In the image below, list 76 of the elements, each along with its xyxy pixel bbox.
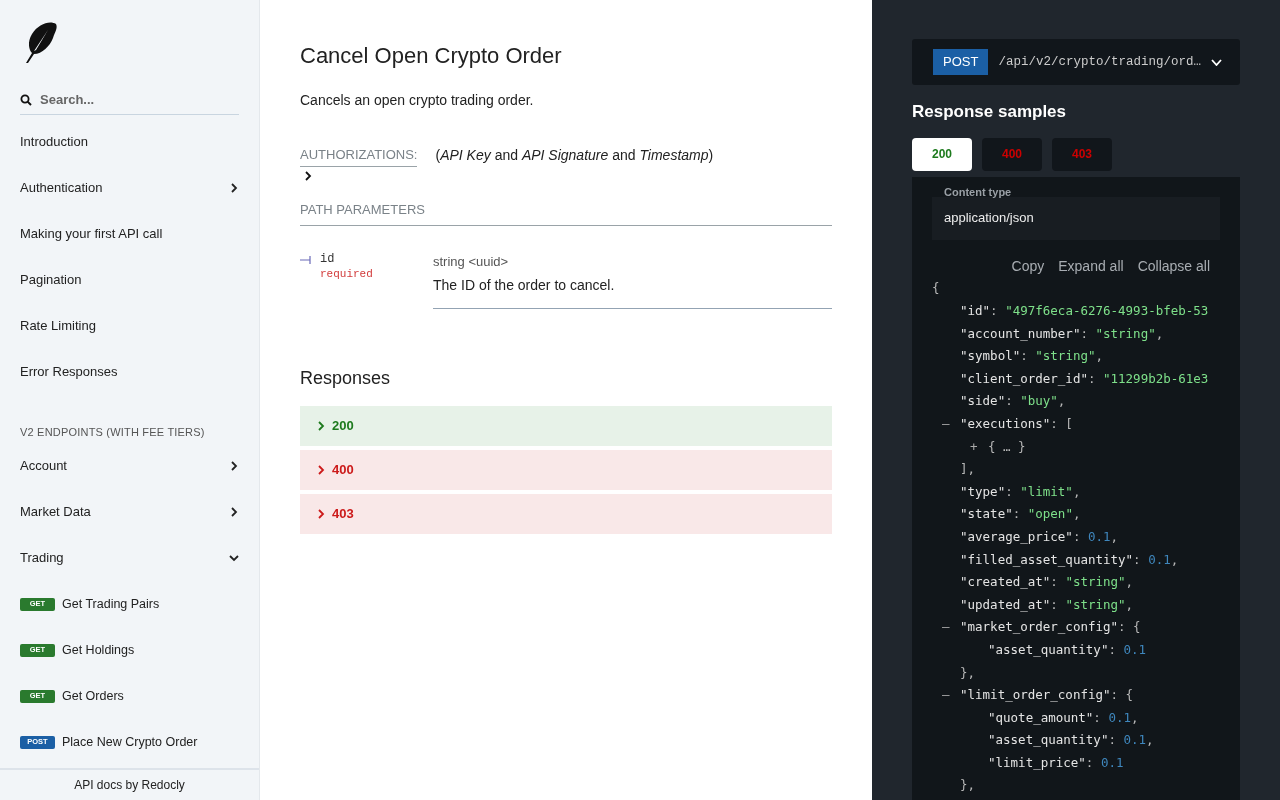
sidebar-item[interactable]: Rate Limiting [0,303,259,349]
endpoint-bar[interactable]: POST /api/v2/crypto/trading/ord… [912,39,1240,85]
method-badge: POST [933,49,989,75]
code-line: "market_order_config": { [960,618,1141,637]
param-type: string <uuid> [433,252,510,271]
content-type-label: Content type [943,186,1013,197]
code-line: "account_number": "string", [960,324,1164,343]
authorizations-value: (API Key and API Signature and Timestamp) [435,146,714,165]
sidebar-item[interactable]: Pagination [0,257,259,303]
code-line: { [932,279,940,298]
required-label: required [320,266,373,282]
chevron-icon [1210,58,1222,66]
code-line: "id": "497f6eca-6276-4993-bfeb-53 [960,302,1209,320]
param-name: id [320,251,336,267]
code-line: "client_order_id": "11299b2b-61e3 [960,369,1209,388]
operation-label: Place New Crypto Order [62,733,198,751]
code-line: "symbol": "string", [960,347,1104,366]
code-action[interactable]: Copy [1011,255,1045,277]
endpoint-path: /api/v2/crypto/trading/ord… [998,53,1201,71]
description: Cancels an open crypto trading order. [300,91,535,110]
code-action[interactable]: Collapse all [1137,255,1210,277]
sidebar-item[interactable]: Market Data [0,489,259,535]
code-line: "type": "limit", [960,482,1081,501]
code-line: "created_at": "string", [960,573,1134,592]
status-tab[interactable]: 200 [912,137,972,171]
search-icon [20,93,32,106]
sidebar-item[interactable]: Account [0,443,259,489]
samples-title: Response samples [912,101,1067,123]
code-action[interactable]: Expand all [1058,255,1124,277]
responses-heading: Responses [300,367,392,390]
code-line: "average_price": 0.1, [960,527,1119,546]
sidebar-item[interactable]: Authentication [0,165,259,211]
chevron-icon [229,507,239,517]
code-line: { … } [988,437,1026,456]
code-line: "quote_amount": 0.1, [988,708,1139,727]
section-heading: PATH PARAMETERS [300,201,425,217]
section-heading: V2 ENDPOINTS (WITH FEE TIERS) [20,424,205,440]
authorizations-label: AUTHORIZATIONS: [300,145,418,167]
chevron-icon [229,183,239,193]
param-description: The ID of the order to cancel. [433,276,616,295]
code-line: "state": "open", [960,505,1081,524]
code-line: "filled_asset_quantity": 0.1, [960,550,1179,569]
response-row[interactable]: 403 [300,494,832,534]
operation-label: Get Holdings [62,641,135,659]
code-line: }, [960,663,976,682]
sidebar-item[interactable]: Error Responses [0,349,259,395]
code-line: "limit_order_config": { [960,686,1134,705]
sidebar-item[interactable]: Making your first API call [0,211,259,257]
chevron-icon [303,170,313,181]
chevron-icon [316,465,326,475]
toggle-button[interactable]: + [970,437,988,457]
operation-label: Get Trading Pairs [62,595,160,613]
chevron-icon [229,553,239,563]
toggle-button[interactable]: – [942,618,960,638]
page-title: Cancel Open Crypto Order [300,42,563,70]
code-line: "side": "buy", [960,392,1066,411]
response-row[interactable]: 400 [300,450,832,490]
toggle-button[interactable]: – [942,415,960,434]
tree-line-icon [300,254,312,265]
sidebar-item[interactable]: Trading [0,535,259,581]
sidebar-item[interactable]: Introduction [0,119,259,165]
code-line: "limit_price": 0.1 [988,753,1124,772]
code-line: "executions": [ [960,415,1073,433]
operation-label: Get Orders [62,687,124,705]
footer-link[interactable]: API docs by Redocly [74,776,185,794]
chevron-icon [316,509,326,519]
expand-button[interactable] [303,170,313,181]
toggle-button[interactable]: – [942,686,960,705]
code-line: ], [960,460,976,479]
chevron-icon [316,421,326,431]
code-line: "updated_at": "string", [960,595,1134,614]
chevron-icon [229,461,239,471]
code-line: "asset_quantity": 0.1, [988,731,1154,750]
code-line: "asset_quantity": 0.1 [988,640,1147,659]
search-field[interactable]: Search... [40,85,239,114]
code-line: }, [960,776,976,795]
